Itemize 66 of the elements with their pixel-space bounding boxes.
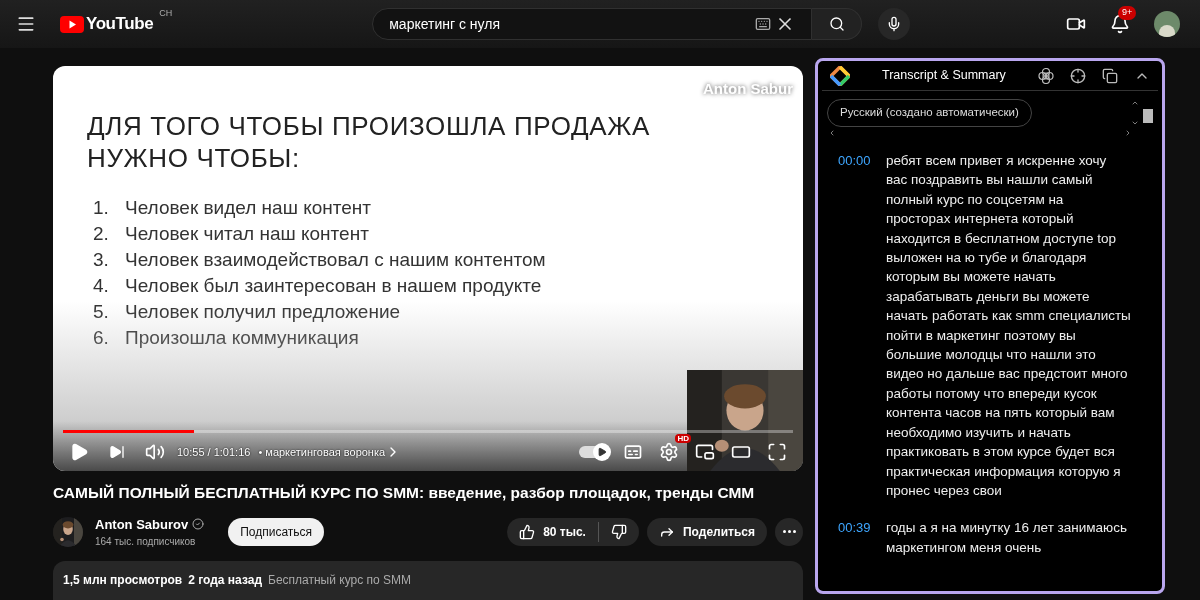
country-code: CH <box>159 7 173 21</box>
play-icon[interactable] <box>69 442 89 463</box>
list-number: 6. <box>93 326 110 349</box>
logo-icon <box>830 65 850 86</box>
channel-name[interactable]: Anton Saburov <box>95 514 189 535</box>
list-number: 4. <box>93 274 110 297</box>
menu-icon[interactable] <box>16 14 36 34</box>
list-number: 5. <box>93 300 110 323</box>
list-item: Человек читал наш контент <box>125 222 369 245</box>
time-display: 10:55 / 1:01:16 <box>177 445 251 461</box>
hd-badge: HD <box>675 434 691 444</box>
flower-icon[interactable] <box>1038 67 1054 84</box>
notifications-icon[interactable] <box>1110 14 1130 34</box>
scrollbar-thumb[interactable] <box>1143 109 1153 123</box>
voice-search-button[interactable] <box>878 8 911 40</box>
play-icon <box>597 447 607 458</box>
subscriber-count: 164 тыс. подписчиков <box>95 535 197 550</box>
fullscreen-icon[interactable] <box>767 442 787 463</box>
description-box[interactable]: 1,5 млн просмотров 2 года назад Бесплатный курс по SMM <box>53 561 803 600</box>
description-tag: Бесплатный курс по SMM <box>268 571 411 600</box>
timestamp-link[interactable]: 00:00 <box>838 151 886 501</box>
transcript-text: ребят всем привет я искренне хочу вас поздравить вы нашли самый полный курс по соцсетям на просторах интернета который находится в бесплатном доступе top выложен на ю тубе и благодаря которым вы можете начать зарабатывать деньги вы можете начать работать как smm специалисты пойти в маркетинг поэтому вы большие молодцы что нашли это видео но дальше вас предстоит много работы потому что впереди кусок контента часов на пять который вам необходимо изучить и начать практиковать в этом курсе будет вся практическая информация которую я пронес через свои <box>886 152 1131 500</box>
more-button[interactable] <box>775 517 803 546</box>
scroll-right-icon[interactable] <box>1124 129 1132 137</box>
list-item: Человек видел наш контент <box>125 196 372 219</box>
view-count: 1,5 млн просмотров <box>63 572 183 590</box>
transcript-text: годы а я на минутку 16 лет занимаюсь маркетингом меня очень <box>886 519 1128 557</box>
copy-icon[interactable] <box>1102 67 1118 84</box>
volume-icon[interactable] <box>145 442 165 463</box>
chapter-link[interactable]: • маркетинговая воронка <box>258 444 402 461</box>
panel-title: Transcript & Summary <box>882 67 1006 85</box>
crosshair-icon[interactable] <box>1070 67 1086 84</box>
logo-text[interactable]: YouTube <box>86 11 154 37</box>
share-button[interactable]: Поделиться <box>646 517 767 546</box>
avatar[interactable] <box>1154 11 1180 37</box>
list-number: 1. <box>93 196 110 219</box>
upload-age: 2 года назад <box>188 572 262 590</box>
logo-icon[interactable] <box>60 15 84 33</box>
next-icon[interactable] <box>109 444 125 461</box>
list-item: Человек был заинтересован в нашем продукте <box>125 274 542 297</box>
thumbs-down-icon <box>610 523 627 540</box>
progress-bar[interactable] <box>63 430 793 434</box>
scroll-down-icon[interactable] <box>1131 119 1139 127</box>
channel-avatar[interactable] <box>53 516 83 547</box>
search-button[interactable] <box>812 8 863 40</box>
list-number: 3. <box>93 248 110 271</box>
channel-watermark: Anton Sabur <box>703 79 793 99</box>
more-icon <box>782 530 796 534</box>
settings-icon[interactable] <box>659 442 679 463</box>
list-item: Человек взаимодействовал с нашим контентом <box>125 248 546 271</box>
timestamp-link[interactable]: 00:39 <box>838 518 886 558</box>
keyboard-icon[interactable] <box>755 16 772 32</box>
notification-badge: 9+ <box>1118 6 1137 20</box>
video-title: САМЫЙ ПОЛНЫЙ БЕСПЛАТНЫЙ КУРС ПО SMM: введение, разбор площадок, тренды СММ <box>53 483 756 504</box>
subscribe-button[interactable]: Подписаться <box>228 517 325 546</box>
list-item: Произошла коммуникация <box>125 326 359 349</box>
miniplayer-icon[interactable] <box>695 442 715 463</box>
search-icon <box>828 16 845 32</box>
search-field[interactable]: маркетинг с нуля <box>372 8 813 40</box>
video-player[interactable] <box>53 66 803 472</box>
slide-title: ДЛЯ ТОГО ЧТОБЫ ПРОИЗОШЛА ПРОДАЖА НУЖНО ЧТОБЫ: <box>87 110 651 174</box>
list-item: Человек получил предложение <box>125 300 401 323</box>
thumbs-up-icon <box>519 523 536 540</box>
scroll-up-icon[interactable] <box>1131 99 1139 107</box>
list-number: 2. <box>93 222 110 245</box>
scroll-left-icon[interactable] <box>828 129 836 137</box>
